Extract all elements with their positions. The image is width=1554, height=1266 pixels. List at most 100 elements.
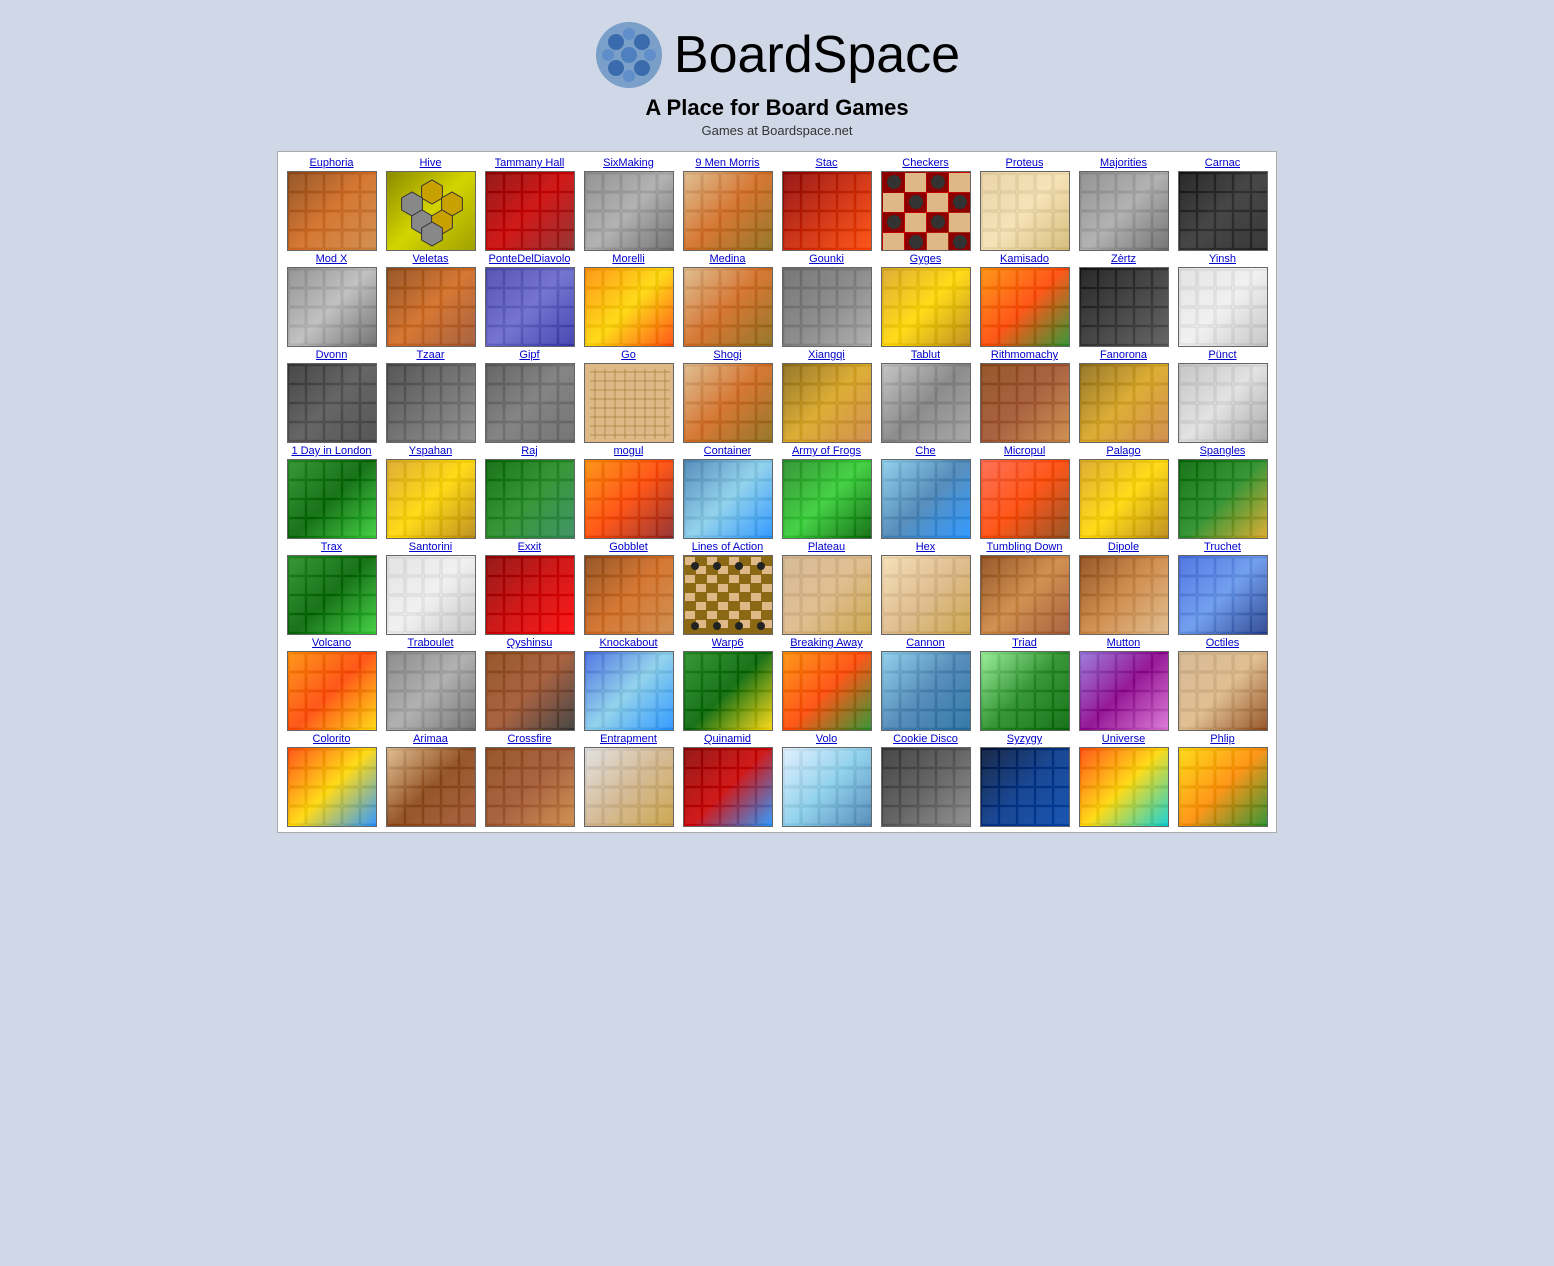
- game-link-proteus[interactable]: Proteus: [1006, 157, 1044, 169]
- game-cell-checkers[interactable]: Checkers: [877, 157, 974, 251]
- game-link-truchet[interactable]: Truchet: [1204, 541, 1241, 553]
- game-link-dvonn[interactable]: Dvonn: [316, 349, 348, 361]
- game-link-octiles[interactable]: Octiles: [1206, 637, 1240, 649]
- game-link-gipf[interactable]: Gipf: [519, 349, 539, 361]
- game-cell-yinsh[interactable]: Yinsh: [1174, 253, 1271, 347]
- game-cell-spangles[interactable]: Spangles: [1174, 445, 1271, 539]
- game-cell-rithmomachy[interactable]: Rithmomachy: [976, 349, 1073, 443]
- game-cell-tammany[interactable]: Tammany Hall: [481, 157, 578, 251]
- game-link-yspahan[interactable]: Yspahan: [409, 445, 452, 457]
- game-link-che[interactable]: Che: [915, 445, 935, 457]
- game-link-gobblet[interactable]: Gobblet: [609, 541, 648, 553]
- game-link-tablut[interactable]: Tablut: [911, 349, 940, 361]
- game-link-traboulet[interactable]: Traboulet: [407, 637, 453, 649]
- game-link-fanorona[interactable]: Fanorona: [1100, 349, 1147, 361]
- game-cell-micropul[interactable]: Micropul: [976, 445, 1073, 539]
- game-link-majorities[interactable]: Majorities: [1100, 157, 1147, 169]
- game-link-arimaa[interactable]: Arimaa: [413, 733, 448, 745]
- game-cell-triad[interactable]: Triad: [976, 637, 1073, 731]
- game-cell-exxit[interactable]: Exxit: [481, 541, 578, 635]
- game-link-medina[interactable]: Medina: [709, 253, 745, 265]
- game-cell-tumblingdown[interactable]: Tumbling Down: [976, 541, 1073, 635]
- game-link-tumblingdown[interactable]: Tumbling Down: [986, 541, 1062, 553]
- game-link-cannon[interactable]: Cannon: [906, 637, 945, 649]
- game-link-armyoffrogs[interactable]: Army of Frogs: [792, 445, 861, 457]
- game-cell-sixmaking[interactable]: SixMaking: [580, 157, 677, 251]
- game-link-gyges[interactable]: Gyges: [910, 253, 942, 265]
- game-link-breakingaway[interactable]: Breaking Away: [790, 637, 863, 649]
- game-cell-cannon[interactable]: Cannon: [877, 637, 974, 731]
- game-link-shogi[interactable]: Shogi: [713, 349, 741, 361]
- game-link-1dayinlondon[interactable]: 1 Day in London: [291, 445, 371, 457]
- game-cell-syzygy[interactable]: Syzygy: [976, 733, 1073, 827]
- game-cell-linesofaction[interactable]: Lines of Action: [679, 541, 776, 635]
- game-cell-mogul[interactable]: mogul: [580, 445, 677, 539]
- game-link-gounki[interactable]: Gounki: [809, 253, 844, 265]
- game-cell-kamisado[interactable]: Kamisado: [976, 253, 1073, 347]
- game-cell-tablut[interactable]: Tablut: [877, 349, 974, 443]
- game-link-qyshinsu[interactable]: Qyshinsu: [507, 637, 553, 649]
- game-link-pontedeldiavolo[interactable]: PonteDelDiavolo: [489, 253, 571, 265]
- game-cell-mutton[interactable]: Mutton: [1075, 637, 1172, 731]
- game-link-yinsh[interactable]: Yinsh: [1209, 253, 1236, 265]
- game-cell-go[interactable]: Go: [580, 349, 677, 443]
- game-cell-volcano[interactable]: Volcano: [283, 637, 380, 731]
- game-cell-1dayinlondon[interactable]: 1 Day in London: [283, 445, 380, 539]
- game-link-triad[interactable]: Triad: [1012, 637, 1037, 649]
- game-link-warp6[interactable]: Warp6: [712, 637, 744, 649]
- game-link-morelli[interactable]: Morelli: [612, 253, 644, 265]
- game-link-santorini[interactable]: Santorini: [409, 541, 452, 553]
- game-cell-tzaar[interactable]: Tzaar: [382, 349, 479, 443]
- game-cell-warp6[interactable]: Warp6: [679, 637, 776, 731]
- game-link-hive[interactable]: Hive: [419, 157, 441, 169]
- game-link-sixmaking[interactable]: SixMaking: [603, 157, 654, 169]
- game-link-universe[interactable]: Universe: [1102, 733, 1145, 745]
- game-cell-dipole[interactable]: Dipole: [1075, 541, 1172, 635]
- game-link-knockabout[interactable]: Knockabout: [599, 637, 657, 649]
- game-link-linesofaction[interactable]: Lines of Action: [692, 541, 764, 553]
- game-cell-qyshinsu[interactable]: Qyshinsu: [481, 637, 578, 731]
- game-link-container[interactable]: Container: [704, 445, 752, 457]
- game-cell-hive[interactable]: Hive: [382, 157, 479, 251]
- game-cell-colorito[interactable]: Colorito: [283, 733, 380, 827]
- game-cell-stac[interactable]: Stac: [778, 157, 875, 251]
- game-link-volo[interactable]: Volo: [816, 733, 837, 745]
- game-link-micropul[interactable]: Micropul: [1004, 445, 1046, 457]
- game-cell-phlip[interactable]: Phlip: [1174, 733, 1271, 827]
- game-link-palago[interactable]: Palago: [1106, 445, 1140, 457]
- game-link-mutton[interactable]: Mutton: [1107, 637, 1141, 649]
- game-cell-proteus[interactable]: Proteus: [976, 157, 1073, 251]
- game-link-cookiedisco[interactable]: Cookie Disco: [893, 733, 958, 745]
- game-cell-santorini[interactable]: Santorini: [382, 541, 479, 635]
- game-link-xiangqi[interactable]: Xiangqi: [808, 349, 845, 361]
- game-link-colorito[interactable]: Colorito: [313, 733, 351, 745]
- game-cell-xiangqi[interactable]: Xiangqi: [778, 349, 875, 443]
- game-cell-volo[interactable]: Volo: [778, 733, 875, 827]
- game-link-stac[interactable]: Stac: [815, 157, 837, 169]
- game-cell-pontedeldiavolo[interactable]: PonteDelDiavolo: [481, 253, 578, 347]
- game-link-go[interactable]: Go: [621, 349, 636, 361]
- game-cell-palago[interactable]: Palago: [1075, 445, 1172, 539]
- game-link-plateau[interactable]: Plateau: [808, 541, 845, 553]
- game-cell-gipf[interactable]: Gipf: [481, 349, 578, 443]
- game-link-zertz[interactable]: Zèrtz: [1111, 253, 1136, 265]
- game-cell-knockabout[interactable]: Knockabout: [580, 637, 677, 731]
- game-link-syzygy[interactable]: Syzygy: [1007, 733, 1042, 745]
- game-link-modx[interactable]: Mod X: [316, 253, 348, 265]
- game-cell-plateau[interactable]: Plateau: [778, 541, 875, 635]
- game-link-9menmorris[interactable]: 9 Men Morris: [695, 157, 759, 169]
- game-link-checkers[interactable]: Checkers: [902, 157, 948, 169]
- game-cell-container[interactable]: Container: [679, 445, 776, 539]
- game-cell-armyoffrogs[interactable]: Army of Frogs: [778, 445, 875, 539]
- game-link-entrapment[interactable]: Entrapment: [600, 733, 657, 745]
- game-link-punct[interactable]: Pünct: [1208, 349, 1236, 361]
- game-cell-veletas[interactable]: Veletas: [382, 253, 479, 347]
- game-cell-traboulet[interactable]: Traboulet: [382, 637, 479, 731]
- game-cell-gyges[interactable]: Gyges: [877, 253, 974, 347]
- game-cell-modx[interactable]: Mod X: [283, 253, 380, 347]
- game-link-exxit[interactable]: Exxit: [518, 541, 542, 553]
- game-cell-quinamid[interactable]: Quinamid: [679, 733, 776, 827]
- game-cell-raj[interactable]: Raj: [481, 445, 578, 539]
- game-cell-yspahan[interactable]: Yspahan: [382, 445, 479, 539]
- game-cell-entrapment[interactable]: Entrapment: [580, 733, 677, 827]
